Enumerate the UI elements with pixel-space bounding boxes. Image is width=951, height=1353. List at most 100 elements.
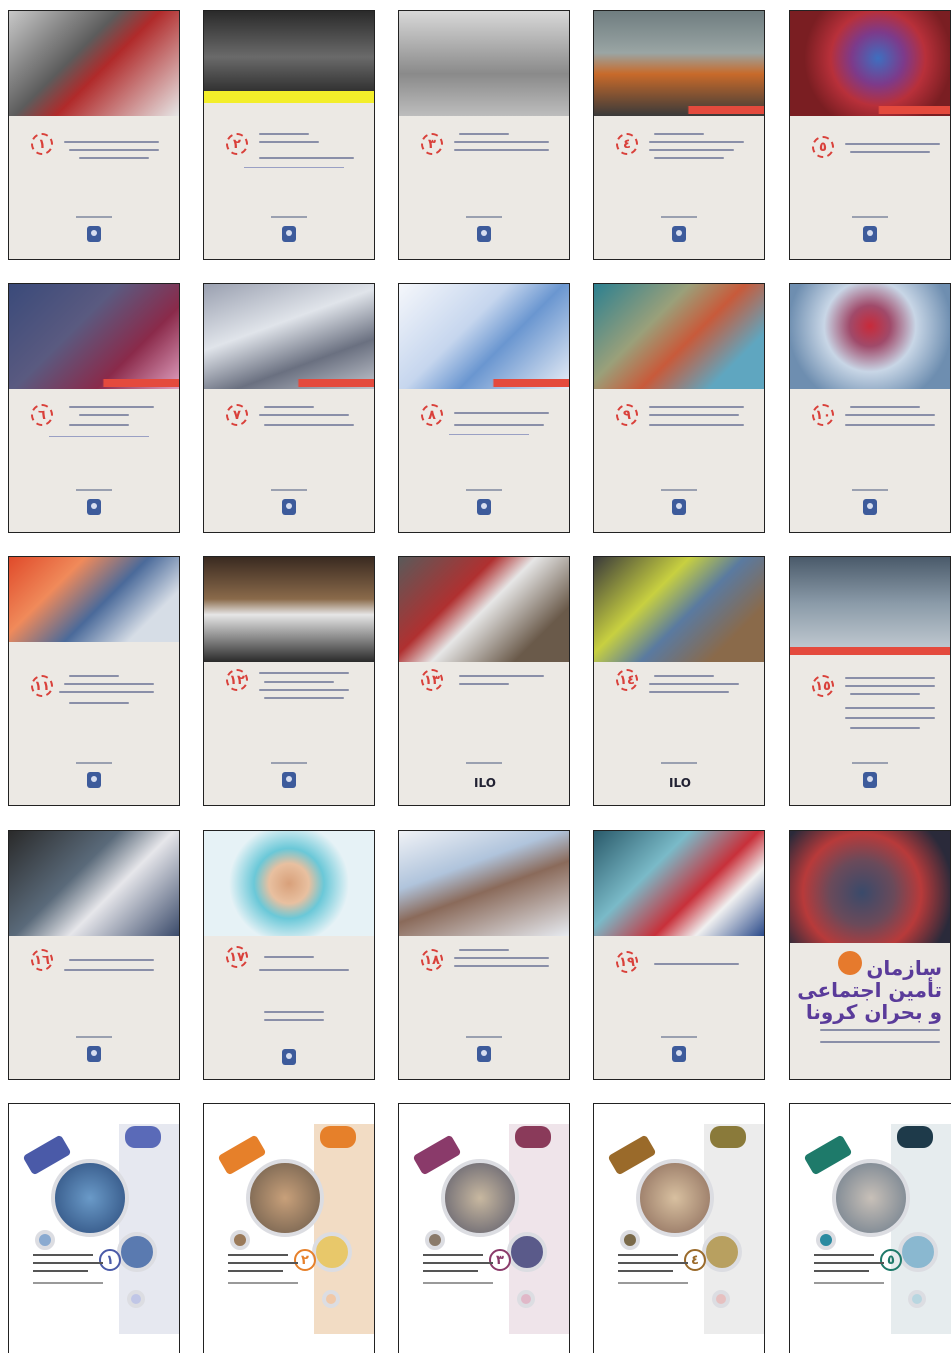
logo-caption bbox=[76, 1036, 112, 1038]
cover-photo bbox=[594, 11, 764, 116]
title-line bbox=[423, 1270, 478, 1272]
cover-photo bbox=[399, 831, 569, 936]
organization-logo-icon bbox=[477, 1046, 491, 1062]
title-line bbox=[654, 675, 714, 677]
report-cover-card[interactable]: ٥ bbox=[789, 10, 951, 260]
title-line bbox=[459, 133, 509, 135]
corner-badge bbox=[125, 1126, 161, 1148]
title-line bbox=[259, 414, 349, 416]
corner-badge bbox=[515, 1126, 551, 1148]
title-line bbox=[264, 424, 354, 426]
report-cover-card[interactable]: سازمان تأمین اجتماعی و بحران کرونا bbox=[789, 830, 951, 1080]
report-cover-card[interactable]: ٢ bbox=[203, 1103, 375, 1353]
organization-logo-icon bbox=[863, 772, 877, 788]
organization-logo-icon bbox=[87, 1046, 101, 1062]
report-cover-card[interactable]: ١٠ bbox=[789, 283, 951, 533]
organization-logo-icon bbox=[672, 226, 686, 242]
report-cover-card[interactable]: ١١ bbox=[8, 556, 180, 806]
red-banner bbox=[790, 106, 950, 114]
report-number-badge: ٦ bbox=[31, 404, 53, 426]
report-cover-card[interactable]: ١٥ bbox=[789, 556, 951, 806]
report-number-badge: ١٠ bbox=[812, 404, 834, 426]
report-cover-card[interactable]: ٤ bbox=[593, 1103, 765, 1353]
title-line bbox=[423, 1282, 493, 1284]
report-cover-card[interactable]: ١٦ bbox=[8, 830, 180, 1080]
report-cover-card[interactable]: ٧ bbox=[203, 283, 375, 533]
title-line bbox=[264, 406, 314, 408]
ilo-logo: ILO bbox=[474, 776, 496, 790]
title-line bbox=[814, 1270, 869, 1272]
logo-caption bbox=[852, 216, 888, 218]
title-line bbox=[64, 141, 159, 143]
report-cover-card[interactable]: ٣ bbox=[398, 1103, 570, 1353]
title-line bbox=[850, 151, 930, 153]
report-cover-card[interactable]: ٩ bbox=[593, 283, 765, 533]
organization-logo-icon bbox=[282, 499, 296, 515]
report-cover-card[interactable]: ١٩ bbox=[593, 830, 765, 1080]
title-line bbox=[454, 424, 544, 426]
report-cover-card[interactable]: ٥ bbox=[789, 1103, 951, 1353]
title-line bbox=[845, 707, 935, 709]
report-number-badge: ١ bbox=[99, 1249, 121, 1271]
title-line bbox=[850, 693, 920, 695]
red-banner bbox=[204, 379, 374, 387]
report-cover-card[interactable]: ١٨ bbox=[398, 830, 570, 1080]
report-cover-card[interactable]: ١٣ ILO bbox=[398, 556, 570, 806]
cover-photo bbox=[790, 284, 950, 389]
organization-logo-icon bbox=[282, 1049, 296, 1065]
tiny-photo-circle bbox=[35, 1230, 55, 1250]
footer-logo-circle bbox=[908, 1290, 926, 1308]
small-photo-circle bbox=[507, 1232, 547, 1272]
ilo-logo: ILO bbox=[669, 776, 691, 790]
report-cover-card[interactable]: ١٧ bbox=[203, 830, 375, 1080]
logo-caption bbox=[76, 489, 112, 491]
report-number-badge: ١٢ bbox=[226, 669, 248, 691]
cover-photo bbox=[204, 557, 374, 662]
report-cover-card[interactable]: ٢ bbox=[203, 10, 375, 260]
title-line bbox=[264, 956, 314, 958]
title-line bbox=[649, 149, 734, 151]
title-line bbox=[423, 1254, 483, 1256]
organization-logo-icon bbox=[282, 772, 296, 788]
small-photo-circle bbox=[117, 1232, 157, 1272]
logo-caption bbox=[661, 1036, 697, 1038]
title-line bbox=[814, 1254, 874, 1256]
report-number-badge: ٩ bbox=[616, 404, 638, 426]
cover-photo bbox=[790, 831, 950, 943]
title-line bbox=[264, 681, 334, 683]
logo-caption bbox=[661, 489, 697, 491]
cover-photo bbox=[399, 557, 569, 662]
report-cover-card[interactable]: ١ bbox=[8, 10, 180, 260]
title-line bbox=[454, 141, 549, 143]
report-cover-card[interactable]: ٤ bbox=[593, 10, 765, 260]
title-line bbox=[33, 1262, 103, 1264]
cover-photo bbox=[594, 557, 764, 662]
tiny-photo-circle bbox=[816, 1230, 836, 1250]
footer-logo-circle bbox=[712, 1290, 730, 1308]
cover-photo bbox=[790, 11, 950, 116]
report-cover-card[interactable]: ١ bbox=[8, 1103, 180, 1353]
title-line bbox=[33, 1282, 103, 1284]
report-number-badge: ٧ bbox=[226, 404, 248, 426]
divider bbox=[49, 436, 149, 437]
report-number-badge: ٤ bbox=[684, 1249, 706, 1271]
title-line bbox=[259, 133, 309, 135]
title-line bbox=[649, 406, 744, 408]
title-line bbox=[845, 677, 935, 679]
report-cover-card[interactable]: ١٢ bbox=[203, 556, 375, 806]
report-cover-card[interactable]: ٣ bbox=[398, 10, 570, 260]
main-photo-circle bbox=[246, 1159, 324, 1237]
small-photo-circle bbox=[702, 1232, 742, 1272]
report-cover-card[interactable]: ٨ bbox=[398, 283, 570, 533]
title-line bbox=[850, 727, 920, 729]
title-line bbox=[64, 969, 154, 971]
report-number-badge: ١٥ bbox=[812, 675, 834, 697]
report-number-badge: ١٩ bbox=[616, 951, 638, 973]
report-number-badge: ١٤ bbox=[616, 669, 638, 691]
report-number-badge: ١٦ bbox=[31, 949, 53, 971]
report-number-badge: ٥ bbox=[812, 136, 834, 158]
report-number-badge: ٣ bbox=[421, 133, 443, 155]
footer-logo-circle bbox=[322, 1290, 340, 1308]
report-cover-card[interactable]: ٦ bbox=[8, 283, 180, 533]
report-cover-card[interactable]: ١٤ ILO bbox=[593, 556, 765, 806]
